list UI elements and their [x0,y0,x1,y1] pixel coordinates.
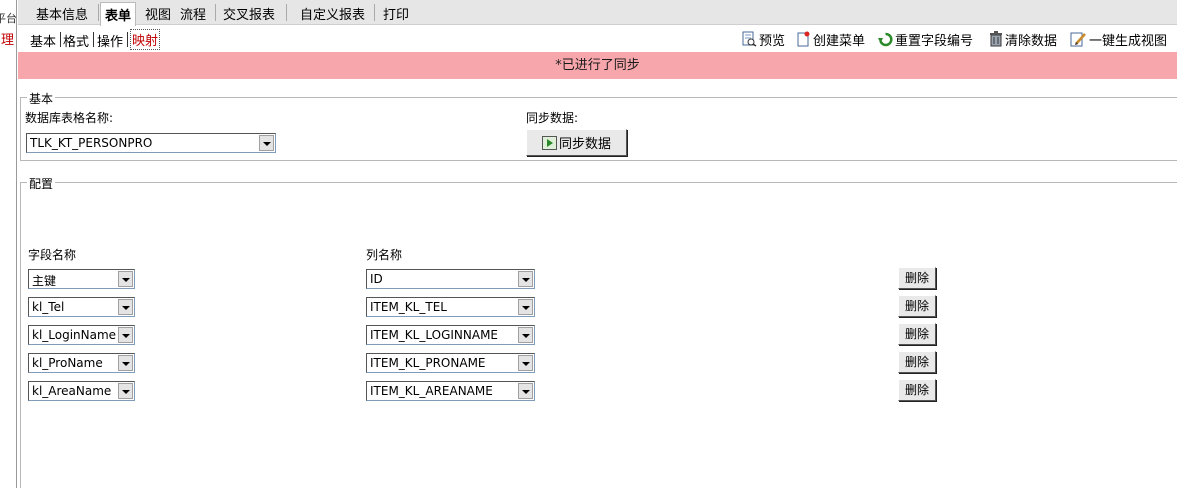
chevron-down-icon [118,355,133,371]
create-menu-icon [797,31,810,47]
reset-icon [878,32,893,46]
tab-print[interactable]: 打印 [383,4,409,23]
tab-form[interactable]: 表单 [100,2,137,26]
tab-divider [374,4,375,21]
tab-basic-info[interactable]: 基本信息 [36,4,88,23]
subtab-divider [93,32,94,47]
tab-divider [215,4,216,21]
preview-label: 预览 [759,33,786,49]
create-menu-button[interactable]: 创建菜单 [797,30,866,49]
subtab-format[interactable]: 格式 [63,31,89,50]
chevron-down-icon [118,271,133,287]
chevron-down-icon [518,299,533,315]
column-value: ID [370,272,383,286]
subtab-operation[interactable]: 操作 [97,31,123,50]
delete-button[interactable]: 删除 [898,351,936,373]
tab-view[interactable]: 视图 [145,4,171,23]
column-value: ITEM_KL_AREANAME [370,384,493,398]
sync-data-button-label: 同步数据 [558,137,611,152]
left-panel-edge: 平台 理 [0,0,17,488]
subtab-divider [127,32,128,47]
field-select[interactable]: kl_Tel [28,297,135,317]
field-value: 主键 [32,274,57,288]
column-value: ITEM_KL_PRONAME [370,356,486,370]
table-name-label: 数据库表格名称: [25,111,114,125]
delete-button[interactable]: 删除 [898,323,936,345]
subtab-mapping[interactable]: 映射 [130,29,161,50]
subtab-basic[interactable]: 基本 [30,31,56,50]
reset-field-label: 重置字段编号 [895,33,974,49]
table-name-value: TLK_KT_PERSONPRO [30,136,153,150]
config-fieldset: 配置 [20,175,1177,488]
reset-field-number-button[interactable]: 重置字段编号 [878,30,974,49]
chevron-down-icon [118,383,133,399]
tab-workflow[interactable]: 流程 [180,4,206,23]
field-select[interactable]: kl_ProName [28,353,135,373]
sync-data-label: 同步数据: [526,111,579,125]
clear-data-label: 清除数据 [1005,33,1058,49]
delete-button[interactable]: 删除 [898,379,936,401]
field-name-header: 字段名称 [28,248,77,262]
clear-data-button[interactable]: 清除数据 [989,30,1058,49]
field-select[interactable]: 主键 [28,269,135,289]
field-select[interactable]: kl_AreaName [28,381,135,401]
chevron-down-icon [518,271,533,287]
field-value: kl_AreaName [32,384,112,398]
column-value: ITEM_KL_LOGINNAME [370,328,498,342]
edit-view-icon [1070,32,1086,47]
create-menu-label: 创建菜单 [813,33,866,49]
tab-divider [98,4,99,21]
sub-toolbar: 基本 格式 操作 映射 预览 创建菜单 重置字段编号 清除数据 一键生成视图 [18,26,1177,52]
chevron-down-icon [118,299,133,315]
sync-data-button[interactable]: 同步数据 [526,129,627,156]
column-select[interactable]: ID [366,269,535,289]
column-select[interactable]: ITEM_KL_TEL [366,297,535,317]
chevron-down-icon [518,383,533,399]
tab-custom-report[interactable]: 自定义报表 [300,4,365,23]
left-edge-text: 平台 [0,12,17,25]
generate-view-label: 一键生成视图 [1089,33,1168,49]
table-name-select[interactable]: TLK_KT_PERSONPRO [26,133,276,153]
column-select[interactable]: ITEM_KL_AREANAME [366,381,535,401]
tab-cross-report[interactable]: 交叉报表 [223,4,275,23]
generate-view-button[interactable]: 一键生成视图 [1070,30,1168,49]
delete-button[interactable]: 删除 [898,295,936,317]
column-value: ITEM_KL_TEL [370,300,447,314]
preview-icon [742,31,757,47]
column-select[interactable]: ITEM_KL_LOGINNAME [366,325,535,345]
field-value: kl_ProName [32,356,103,370]
delete-button[interactable]: 删除 [898,267,936,289]
main-tab-bar: 基本信息 表单 视图 流程 交叉报表 自定义报表 打印 [18,0,1177,26]
subtab-divider [60,32,61,47]
trash-icon [990,31,1002,47]
left-edge-text-red: 理 [1,33,15,48]
chevron-down-icon [118,327,133,343]
field-value: kl_Tel [32,300,65,314]
column-select[interactable]: ITEM_KL_PRONAME [366,353,535,373]
chevron-down-icon [518,355,533,371]
chevron-down-icon [518,327,533,343]
config-legend: 配置 [27,175,56,192]
sync-icon [541,135,557,150]
field-value: kl_LoginName [32,328,117,342]
preview-button[interactable]: 预览 [741,30,786,49]
tab-divider [286,4,287,21]
column-name-header: 列名称 [366,248,403,262]
chevron-down-icon [259,135,274,151]
status-banner: *已进行了同步 [18,52,1177,79]
field-select[interactable]: kl_LoginName [28,325,135,345]
basic-legend: 基本 [27,90,56,107]
